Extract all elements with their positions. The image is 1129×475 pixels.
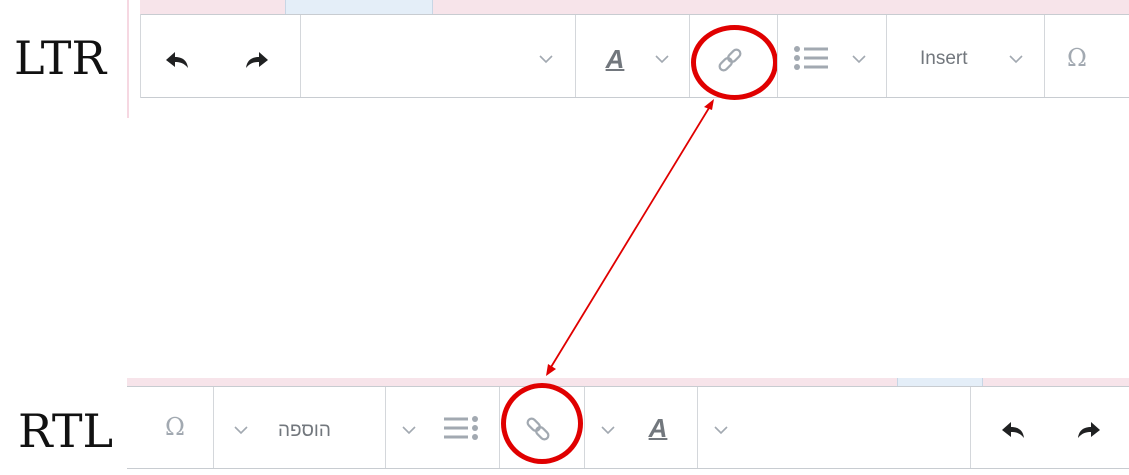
format-dropdown[interactable]: [698, 387, 970, 468]
chevron-down-icon: [401, 420, 417, 438]
chevron-down-icon: [600, 420, 616, 438]
text-style-icon: A: [648, 412, 668, 443]
undo-button[interactable]: [996, 415, 1030, 445]
toolbar-bottom-border: [127, 468, 1129, 469]
separator: [584, 387, 585, 468]
chevron-down-icon: [233, 420, 249, 438]
special-character-button[interactable]: Ω: [160, 411, 190, 443]
separator: [385, 387, 386, 468]
text-style-button[interactable]: A: [643, 411, 673, 445]
special-character-icon: Ω: [165, 413, 185, 441]
list-button[interactable]: [440, 412, 482, 444]
chevron-down-icon: [713, 420, 729, 438]
separator: [499, 387, 500, 468]
separator: [970, 387, 971, 468]
list-icon: [444, 416, 478, 440]
highlight-circle: [501, 383, 583, 464]
top-edge-tab: [897, 378, 983, 386]
redo-icon: [1078, 422, 1100, 438]
undo-icon: [1002, 422, 1024, 438]
insert-menu-label: הוספה: [278, 420, 331, 441]
redo-button[interactable]: [1072, 415, 1106, 445]
